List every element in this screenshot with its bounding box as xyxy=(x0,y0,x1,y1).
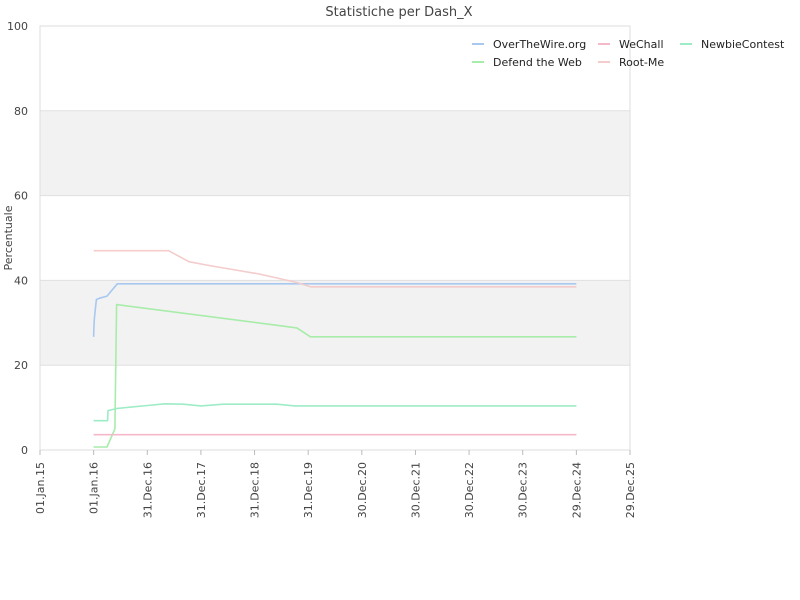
background-band xyxy=(40,280,630,366)
y-axis-label: Percentuale xyxy=(2,205,15,270)
background-bands xyxy=(40,110,630,366)
x-tick-label: 30.Dec.21 xyxy=(409,462,422,518)
x-tick-label: 30.Dec.22 xyxy=(463,462,476,518)
y-tick-label: 80 xyxy=(14,105,28,118)
series-line xyxy=(93,402,577,422)
grid-lines xyxy=(40,25,630,451)
legend-label: NewbieContest xyxy=(701,38,785,51)
y-tick-label: 20 xyxy=(14,359,28,372)
x-tick-label: 31.Dec.17 xyxy=(195,462,208,518)
x-tick-label: 31.Dec.18 xyxy=(249,462,262,518)
x-tick-label: 31.Dec.19 xyxy=(302,462,315,518)
x-tick-label: 30.Dec.20 xyxy=(356,462,369,518)
legend-label: Root-Me xyxy=(619,56,664,69)
legend-label: WeChall xyxy=(619,38,664,51)
legend-label: Defend the Web xyxy=(493,56,582,69)
legend-label: OverTheWire.org xyxy=(493,38,586,51)
y-tick-label: 60 xyxy=(14,190,28,203)
chart: Statistiche per Dash_X Percentuale 0 20 40… xyxy=(2,5,785,518)
x-tick-label: 01.Jan.15 xyxy=(34,462,47,514)
x-axis-ticks: 01.Jan.15 01.Jan.16 31.Dec.16 31.Dec.17 31.D… xyxy=(34,450,637,518)
y-tick-label: 0 xyxy=(21,444,28,457)
x-tick-label: 30.Dec.23 xyxy=(517,462,530,518)
y-tick-label: 100 xyxy=(7,20,28,33)
x-tick-label: 01.Jan.16 xyxy=(88,462,101,514)
legend: OverTheWire.org Defend the Web WeChall Root… xyxy=(472,38,785,69)
chart-title: Statistiche per Dash_X xyxy=(325,5,472,20)
y-tick-label: 40 xyxy=(14,274,28,287)
x-tick-label: 29.Dec.25 xyxy=(624,462,637,518)
x-tick-label: 31.Dec.16 xyxy=(141,462,154,518)
plot-border xyxy=(39,25,631,451)
background-band xyxy=(40,110,630,196)
x-tick-label: 29.Dec.24 xyxy=(570,462,583,518)
